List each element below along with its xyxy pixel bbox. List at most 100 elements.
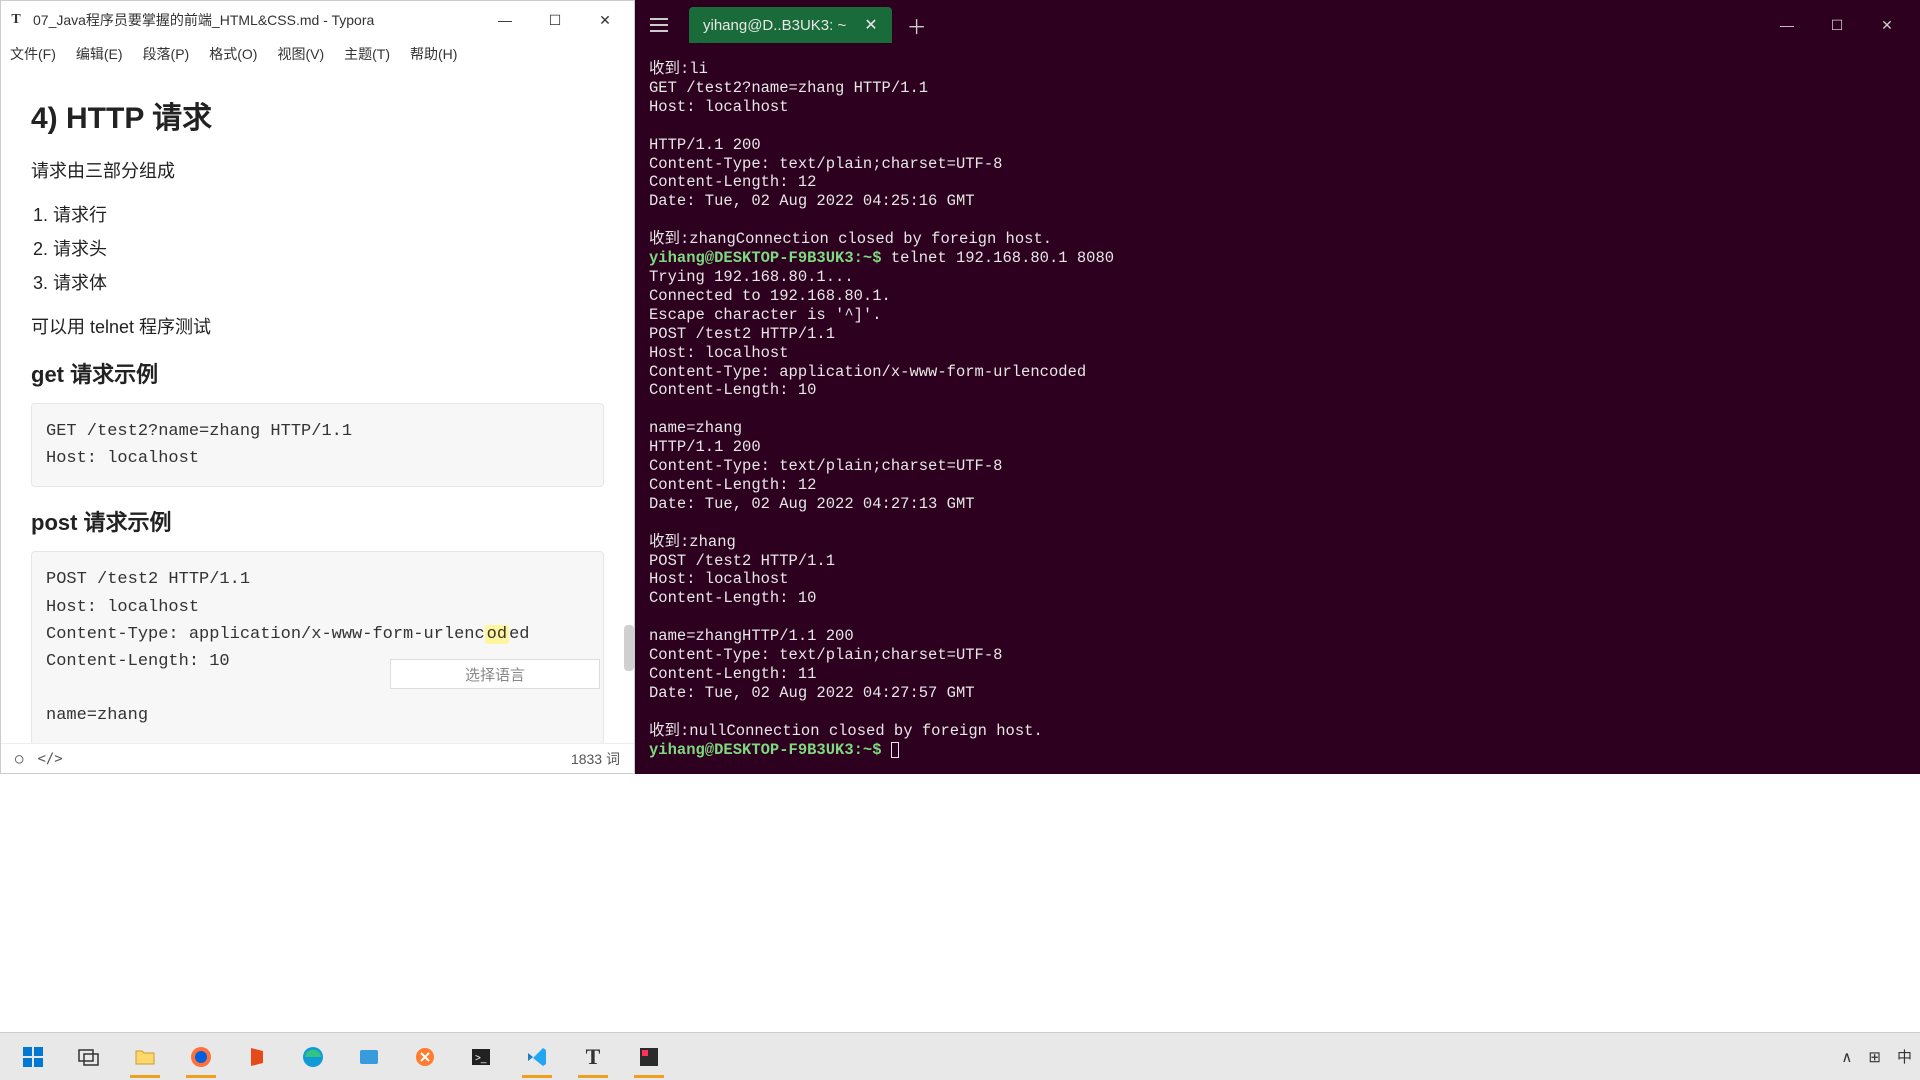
terminal-line [649,117,1906,136]
taskbar-app-2[interactable] [400,1035,450,1079]
hamburger-icon[interactable] [643,9,675,41]
typora-icon: T [586,1044,601,1070]
terminal-line: Connected to 192.168.80.1. [649,287,1906,306]
taskbar-edge[interactable] [288,1035,338,1079]
typora-window: T 07_Java程序员要掌握的前端_HTML&CSS.md - Typora … [0,0,635,774]
terminal-line: Date: Tue, 02 Aug 2022 04:27:13 GMT [649,495,1906,514]
terminal-line: yihang@DESKTOP-F9B3UK3:~$ [649,741,1906,760]
menu-file[interactable]: 文件(F) [6,42,60,66]
terminal-line: Content-Length: 10 [649,381,1906,400]
terminal-tab-label: yihang@D..B3UK3: ~ [703,17,846,34]
terminal-line: Host: localhost [649,344,1906,363]
terminal-output[interactable]: 收到:liGET /test2?name=zhang HTTP/1.1Host:… [635,50,1920,774]
terminal-line: Content-Length: 10 [649,589,1906,608]
terminal-line: 收到:zhang [649,533,1906,552]
tab-close-icon[interactable]: ✕ [864,15,877,35]
codeblock-post[interactable]: POST /test2 HTTP/1.1 Host: localhost Con… [31,551,604,743]
taskbar-app-1[interactable] [344,1035,394,1079]
tray-grid-icon[interactable]: ⊞ [1868,1048,1881,1066]
terminal-titlebar[interactable]: yihang@D..B3UK3: ~ ✕ ＋ — ☐ ✕ [635,0,1920,50]
typora-menubar: 文件(F) 编辑(E) 段落(P) 格式(O) 视图(V) 主题(T) 帮助(H… [1,39,634,69]
typora-app-icon: T [5,9,27,31]
terminal-line: Host: localhost [649,570,1906,589]
codeblock-get[interactable]: GET /test2?name=zhang HTTP/1.1 Host: loc… [31,403,604,487]
terminal-line: yihang@DESKTOP-F9B3UK3:~$ telnet 192.168… [649,249,1906,268]
list-item: 请求体 [53,269,604,295]
close-button[interactable]: ✕ [580,2,630,38]
minimize-button[interactable]: — [480,2,530,38]
terminal-line: Content-Length: 12 [649,173,1906,192]
windows-taskbar[interactable]: >_ T ∧ ⊞ 中 [0,1032,1920,1080]
terminal-line: HTTP/1.1 200 [649,136,1906,155]
terminal-line [649,400,1906,419]
terminal-line: HTTP/1.1 200 [649,438,1906,457]
command-text: telnet 192.168.80.1 8080 [891,249,1114,267]
terminal-tab[interactable]: yihang@D..B3UK3: ~ ✕ [689,7,892,43]
terminal-line: name=zhangHTTP/1.1 200 [649,627,1906,646]
tray-chevron-icon[interactable]: ∧ [1841,1048,1852,1066]
terminal-line: Date: Tue, 02 Aug 2022 04:25:16 GMT [649,192,1906,211]
terminal-line: name=zhang [649,419,1906,438]
term-maximize-button[interactable]: ☐ [1812,7,1862,43]
term-close-button[interactable]: ✕ [1862,7,1912,43]
taskbar-intellij[interactable] [624,1035,674,1079]
menu-theme[interactable]: 主题(T) [340,42,394,66]
terminal-line: Content-Length: 12 [649,476,1906,495]
status-outline-icon[interactable]: ○ [15,751,23,767]
terminal-line [649,703,1906,722]
terminal-line: GET /test2?name=zhang HTTP/1.1 [649,79,1906,98]
prompt-text: yihang@DESKTOP-F9B3UK3:~$ [649,741,891,759]
code-language-select[interactable]: 选择语言 [390,659,600,689]
typora-editor[interactable]: 4) HTTP 请求 请求由三部分组成 请求行 请求头 请求体 可以用 teln… [1,69,634,743]
list-item: 请求行 [53,201,604,227]
terminal-line: Content-Type: text/plain;charset=UTF-8 [649,457,1906,476]
terminal-window: yihang@D..B3UK3: ~ ✕ ＋ — ☐ ✕ 收到:liGET /t… [635,0,1920,774]
taskbar-typora[interactable]: T [568,1035,618,1079]
typora-titlebar[interactable]: T 07_Java程序员要掌握的前端_HTML&CSS.md - Typora … [1,1,634,39]
svg-text:>_: >_ [475,1053,487,1064]
terminal-line: Content-Length: 11 [649,665,1906,684]
status-source-icon[interactable]: </> [37,751,62,767]
code-text: POST /test2 HTTP/1.1 Host: localhost Con… [46,570,485,643]
terminal-line: Content-Type: application/x-www-form-url… [649,363,1906,382]
taskbar-cmd[interactable]: >_ [456,1035,506,1079]
terminal-line: Date: Tue, 02 Aug 2022 04:27:57 GMT [649,684,1906,703]
terminal-line [649,514,1906,533]
heading-http-request: 4) HTTP 请求 [31,93,604,137]
terminal-line: 收到:nullConnection closed by foreign host… [649,722,1906,741]
menu-view[interactable]: 视图(V) [273,42,328,66]
tray-ime-indicator[interactable]: 中 [1897,1046,1912,1067]
task-view-button[interactable] [64,1035,114,1079]
taskbar-firefox[interactable] [176,1035,226,1079]
menu-edit[interactable]: 编辑(E) [72,42,127,66]
terminal-line: POST /test2 HTTP/1.1 [649,325,1906,344]
terminal-line [649,608,1906,627]
menu-format[interactable]: 格式(O) [205,42,261,66]
list-item: 请求头 [53,235,604,261]
terminal-line: 收到:li [649,60,1906,79]
status-wordcount: 1833 词 [571,749,620,769]
typora-statusbar: ○ </> 1833 词 [1,743,634,773]
menu-paragraph[interactable]: 段落(P) [139,42,194,66]
paragraph-telnet: 可以用 telnet 程序测试 [31,313,604,339]
term-minimize-button[interactable]: — [1762,7,1812,43]
terminal-line: Content-Type: text/plain;charset=UTF-8 [649,646,1906,665]
terminal-line: Host: localhost [649,98,1906,117]
terminal-line: 收到:zhangConnection closed by foreign hos… [649,230,1906,249]
taskbar-file-explorer[interactable] [120,1035,170,1079]
terminal-line: POST /test2 HTTP/1.1 [649,552,1906,571]
maximize-button[interactable]: ☐ [530,2,580,38]
start-button[interactable] [8,1035,58,1079]
terminal-line: Content-Type: text/plain;charset=UTF-8 [649,155,1906,174]
text-cursor-highlight: od [485,625,509,644]
menu-help[interactable]: 帮助(H) [406,42,461,66]
taskbar-vscode[interactable] [512,1035,562,1079]
terminal-line [649,211,1906,230]
terminal-line: Trying 192.168.80.1... [649,268,1906,287]
scrollbar-thumb[interactable] [624,625,634,671]
system-tray[interactable]: ∧ ⊞ 中 [1841,1046,1912,1067]
desktop-background [0,774,1920,1032]
terminal-cursor [891,742,899,758]
taskbar-office[interactable] [232,1035,282,1079]
new-tab-button[interactable]: ＋ [900,8,934,42]
